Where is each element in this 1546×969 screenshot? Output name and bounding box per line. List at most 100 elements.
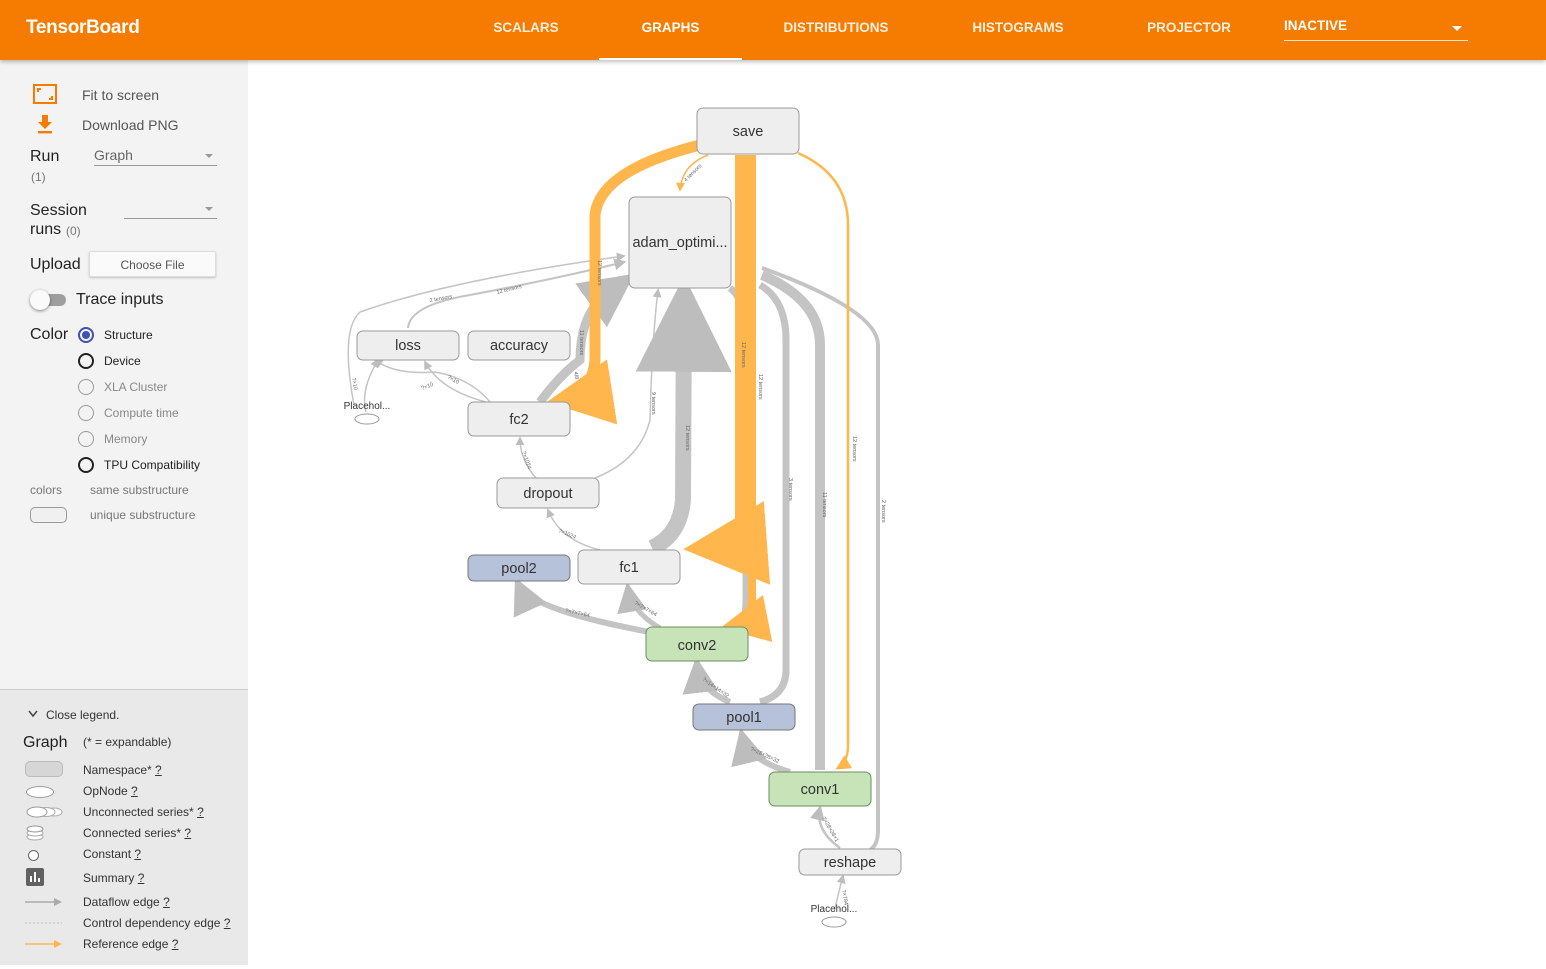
inactive-plugins-dropdown[interactable]: INACTIVE bbox=[1284, 18, 1468, 41]
tab-graphs[interactable]: GRAPHS bbox=[599, 0, 742, 60]
legend-control-dependency-edge: Control dependency edge ? bbox=[83, 916, 230, 930]
node-label: reshape bbox=[824, 855, 876, 871]
legend-opnode-label: OpNode bbox=[83, 784, 128, 798]
chevron-down-icon bbox=[205, 207, 213, 211]
top-app-bar: TensorBoard SCALARS GRAPHS DISTRIBUTIONS… bbox=[0, 0, 1546, 60]
edge-label: 3 tensors bbox=[787, 478, 793, 501]
trace-inputs-toggle[interactable] bbox=[30, 290, 68, 310]
radio-label-xla-cluster: XLA Cluster bbox=[104, 380, 168, 394]
node-conv1[interactable]: conv1 bbox=[768, 771, 872, 807]
node-pool2[interactable]: pool2 bbox=[467, 554, 571, 582]
tab-projector[interactable]: PROJECTOR bbox=[1135, 0, 1243, 60]
help-link[interactable]: ? bbox=[163, 895, 170, 909]
node-fc1[interactable]: fc1 bbox=[577, 549, 681, 585]
upload-label: Upload bbox=[30, 256, 81, 273]
legend-connected-series: Connected series* ? bbox=[83, 826, 191, 840]
edge-fc2-accuracy[interactable] bbox=[373, 358, 491, 403]
legend-summary-label: Summary bbox=[83, 871, 135, 885]
legend-constant-label: Constant bbox=[83, 847, 132, 861]
node-save[interactable]: save bbox=[696, 107, 800, 155]
node-placeholder-bottom[interactable]: Placehol... bbox=[811, 904, 858, 928]
legend-namespace-label: Namespace* bbox=[83, 763, 152, 777]
help-link[interactable]: ? bbox=[197, 805, 204, 819]
run-label: Run bbox=[30, 148, 60, 165]
colors-label: colors bbox=[30, 483, 63, 497]
tab-scalars[interactable]: SCALARS bbox=[480, 0, 572, 60]
legend-connected-label: Connected series* bbox=[83, 826, 182, 840]
fit-to-screen-button[interactable]: Fit to screen bbox=[82, 87, 159, 103]
help-link[interactable]: ? bbox=[155, 763, 162, 777]
download-icon[interactable] bbox=[36, 114, 54, 134]
edge-label: ?×10 bbox=[446, 375, 460, 386]
edge-fc1-dropout[interactable] bbox=[546, 508, 601, 551]
choose-file-button[interactable]: Choose File bbox=[89, 251, 216, 277]
help-link[interactable]: ? bbox=[134, 847, 141, 861]
help-link[interactable]: ? bbox=[224, 916, 231, 930]
edge-label: 12 tensors bbox=[740, 342, 746, 368]
node-conv2[interactable]: conv2 bbox=[645, 626, 749, 662]
node-label: Placehol... bbox=[344, 401, 391, 412]
tab-distributions[interactable]: DISTRIBUTIONS bbox=[770, 0, 902, 60]
radio-structure[interactable] bbox=[78, 327, 94, 343]
node-pool1[interactable]: pool1 bbox=[692, 703, 796, 731]
legend-reference-label: Reference edge bbox=[83, 937, 169, 951]
node-fc2[interactable]: fc2 bbox=[467, 401, 571, 437]
help-link[interactable]: ? bbox=[184, 826, 191, 840]
legend-panel: Close legend. Graph (* = expandable) Nam… bbox=[0, 689, 248, 965]
session-runs-dropdown[interactable] bbox=[124, 200, 217, 219]
legend-summary: Summary ? bbox=[83, 871, 144, 885]
close-legend-button[interactable]: Close legend. bbox=[46, 708, 119, 722]
reference-edge-icon bbox=[25, 940, 62, 948]
edge-label: ?×1024 bbox=[520, 451, 532, 470]
node-label: save bbox=[733, 124, 764, 140]
radio-xla-cluster[interactable] bbox=[78, 379, 94, 395]
node-loss[interactable]: loss bbox=[356, 330, 460, 361]
edge-label: 12 tensors bbox=[684, 425, 690, 451]
legend-unconnected-series: Unconnected series* ? bbox=[83, 805, 204, 819]
edge-label: 2 tensors bbox=[880, 500, 886, 523]
legend-dataflow-edge: Dataflow edge ? bbox=[83, 895, 170, 909]
constant-icon bbox=[28, 850, 39, 861]
tab-histograms[interactable]: HISTOGRAMS bbox=[955, 0, 1081, 60]
node-label: Placehol... bbox=[811, 904, 858, 915]
unconnected-series-icon bbox=[26, 806, 63, 818]
radio-tpu-compatibility[interactable] bbox=[78, 457, 94, 473]
radio-label-tpu-compatibility: TPU Compatibility bbox=[104, 458, 201, 472]
node-adam-optimizer[interactable]: adam_optimi... bbox=[628, 196, 732, 289]
edge-fc1-adam[interactable] bbox=[635, 275, 732, 556]
radio-compute-time[interactable] bbox=[78, 405, 94, 421]
namespace-icon bbox=[25, 761, 63, 777]
node-placeholder-top[interactable]: Placehol... bbox=[344, 401, 391, 425]
node-dropout[interactable]: dropout bbox=[496, 477, 600, 509]
edge-label: ?×1024 bbox=[557, 528, 576, 540]
node-label: fc2 bbox=[509, 412, 528, 428]
node-label: pool2 bbox=[501, 561, 536, 577]
fit-screen-icon[interactable] bbox=[33, 84, 57, 104]
summary-icon bbox=[26, 868, 44, 886]
radio-memory[interactable] bbox=[78, 431, 94, 447]
radio-label-device: Device bbox=[104, 354, 141, 368]
download-png-button[interactable]: Download PNG bbox=[82, 117, 179, 133]
same-substructure-label: same substructure bbox=[90, 483, 189, 497]
graph-svg[interactable]: 4 tensors 12 tensors 12 tensors 12 tenso… bbox=[248, 60, 1546, 964]
edge-dropout-adam[interactable] bbox=[594, 288, 662, 479]
help-link[interactable]: ? bbox=[131, 784, 138, 798]
session-runs-label-2: runs bbox=[30, 221, 62, 238]
help-link[interactable]: ? bbox=[172, 937, 179, 951]
node-label: dropout bbox=[523, 486, 572, 502]
app-title: TensorBoard bbox=[26, 17, 140, 38]
legend-dataflow-label: Dataflow edge bbox=[83, 895, 160, 909]
run-dropdown[interactable]: Graph bbox=[94, 147, 217, 166]
node-accuracy[interactable]: accuracy bbox=[467, 330, 571, 361]
node-label: conv1 bbox=[801, 782, 840, 798]
chevron-down-icon[interactable] bbox=[28, 710, 38, 718]
graph-canvas[interactable]: 4 tensors 12 tensors 12 tensors 12 tenso… bbox=[248, 60, 1546, 964]
node-reshape[interactable]: reshape bbox=[798, 848, 902, 876]
edge-label: 9 tensors bbox=[650, 392, 656, 415]
run-dropdown-value: Graph bbox=[94, 147, 133, 163]
edge-adam-pool1[interactable] bbox=[758, 281, 790, 706]
legend-opnode: OpNode ? bbox=[83, 784, 138, 798]
edge-label: 11 tensors bbox=[578, 330, 584, 356]
help-link[interactable]: ? bbox=[138, 871, 145, 885]
radio-device[interactable] bbox=[78, 353, 94, 369]
